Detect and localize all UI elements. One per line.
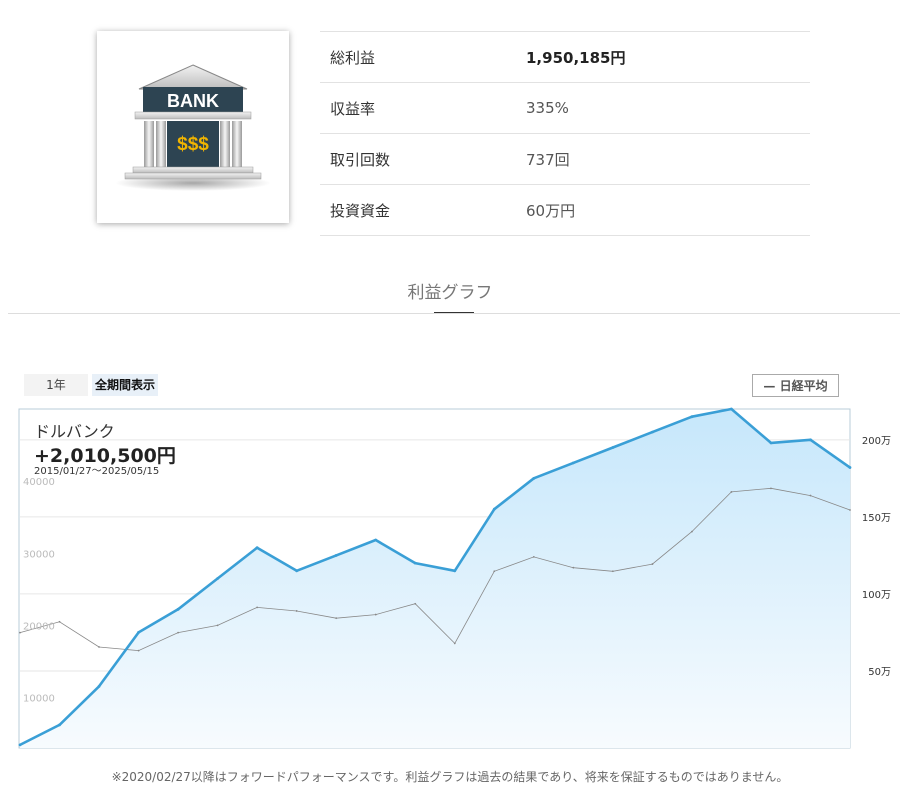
chart-period: 2015/01/27〜2025/05/15 xyxy=(34,466,160,477)
stat-label: 取引回数 xyxy=(320,133,526,185)
profit-point xyxy=(255,546,259,550)
profit-point xyxy=(809,438,812,442)
profit-point xyxy=(769,441,773,445)
profit-point xyxy=(413,561,417,565)
nikkei-point xyxy=(58,620,61,623)
nikkei-point xyxy=(453,642,456,645)
right-tick-label: 150万 xyxy=(862,513,891,524)
left-tick-label: 30000 xyxy=(23,549,55,560)
left-tick-label: 20000 xyxy=(23,621,55,632)
stat-label: 総利益 xyxy=(320,31,526,83)
profit-point xyxy=(532,476,536,480)
nikkei-point xyxy=(19,631,21,634)
right-tick-label: 200万 xyxy=(862,436,891,447)
nikkei-point xyxy=(611,570,614,573)
nikkei-point xyxy=(414,602,417,605)
nikkei-point xyxy=(98,646,100,648)
profit-point xyxy=(453,569,457,573)
title-underline xyxy=(434,312,474,313)
profit-point xyxy=(690,415,694,419)
section-divider xyxy=(8,313,900,314)
nikkei-point xyxy=(691,530,693,533)
nikkei-point xyxy=(572,566,575,569)
profit-point xyxy=(176,607,180,611)
stat-row-return-rate: 収益率 335% xyxy=(320,82,810,134)
profit-point xyxy=(492,507,496,511)
profit-point xyxy=(730,407,733,411)
stat-label: 投資資金 xyxy=(320,184,526,236)
profit-point xyxy=(295,569,299,573)
nikkei-point xyxy=(177,631,179,634)
range-all-button[interactable]: 全期間表示 xyxy=(92,374,158,396)
nikkei-point xyxy=(137,649,140,652)
stat-row-total-profit: 総利益 1,950,185円 xyxy=(320,31,810,83)
profit-point xyxy=(611,446,615,449)
nikkei-point xyxy=(295,610,298,612)
profit-point xyxy=(137,631,140,634)
nikkei-legend-toggle[interactable]: — 日経平均 xyxy=(752,374,839,397)
section-title: 利益グラフ xyxy=(407,283,493,303)
nikkei-point xyxy=(532,555,535,558)
profit-point xyxy=(97,684,101,688)
stat-label: 収益率 xyxy=(320,82,526,134)
stat-row-trade-count: 取引回数 737回 xyxy=(320,133,810,185)
profit-point xyxy=(848,466,852,469)
nikkei-point xyxy=(493,570,496,573)
profit-point xyxy=(18,743,22,747)
right-tick-label: 50万 xyxy=(868,667,891,678)
bank-logo: BANK $$$ xyxy=(97,31,289,223)
stat-value: 1,950,185円 xyxy=(526,31,810,83)
stat-row-investment: 投資資金 60万円 xyxy=(320,184,810,236)
left-tick-label: 10000 xyxy=(23,694,55,705)
profit-point xyxy=(334,553,338,557)
left-tick-label: 40000 xyxy=(23,477,55,488)
nikkei-point xyxy=(335,617,338,620)
nikkei-point xyxy=(374,613,377,616)
profit-point xyxy=(58,723,61,727)
profit-point xyxy=(216,577,220,580)
nikkei-point xyxy=(849,509,851,511)
chart-strategy-name: ドルバンク xyxy=(34,422,115,441)
bank-sign-text: BANK xyxy=(167,91,219,111)
nikkei-point xyxy=(809,494,812,497)
profit-point xyxy=(571,461,575,465)
stats-table: 総利益 1,950,185円 収益率 335% 取引回数 737回 投資資金 6… xyxy=(320,31,810,236)
bank-money-text: $$$ xyxy=(177,134,209,155)
right-tick-label: 100万 xyxy=(862,590,891,601)
disclaimer-footnote: ※2020/02/27以降はフォワードパフォーマンスです。利益グラフは過去の結果… xyxy=(111,770,789,784)
nikkei-point xyxy=(730,491,733,493)
stat-value: 335% xyxy=(526,82,810,134)
stat-value: 60万円 xyxy=(526,184,810,236)
nikkei-point xyxy=(651,563,654,565)
range-1year-button[interactable]: 1年 xyxy=(24,374,88,396)
bank-building-icon: BANK $$$ xyxy=(115,64,271,191)
nikkei-point xyxy=(770,487,772,490)
profit-point xyxy=(374,538,378,542)
stat-value: 737回 xyxy=(526,133,810,185)
nikkei-point xyxy=(216,624,219,627)
profit-point xyxy=(650,430,654,434)
nikkei-point xyxy=(256,606,259,609)
